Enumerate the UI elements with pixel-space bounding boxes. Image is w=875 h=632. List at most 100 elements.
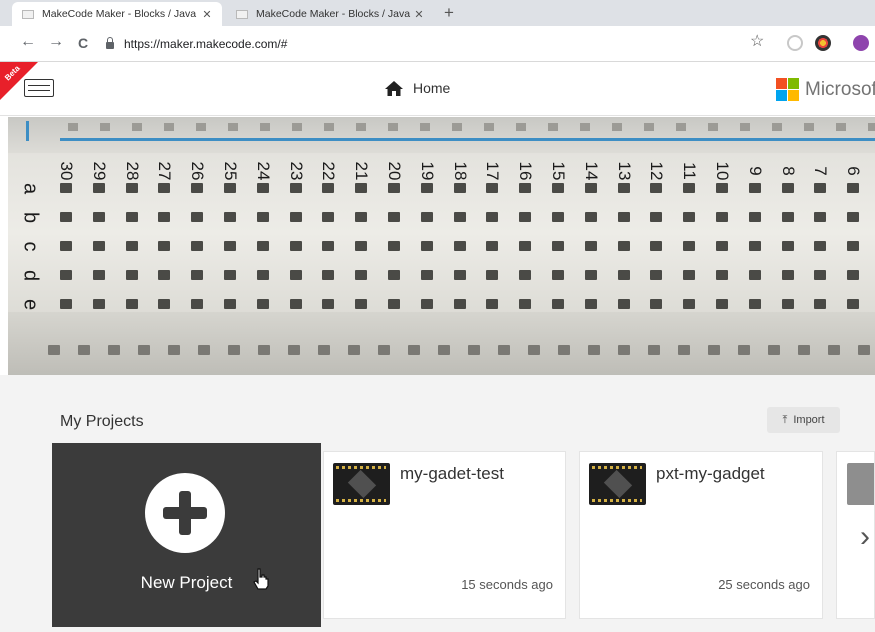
lower-rail-hole xyxy=(678,345,690,355)
breadboard-hole xyxy=(355,270,368,280)
lower-rail-hole xyxy=(558,345,570,355)
column-number: 14 xyxy=(581,161,601,181)
column-number: 20 xyxy=(385,161,404,181)
rail-hole xyxy=(132,123,142,131)
breadboard-hole xyxy=(388,270,400,280)
new-project-card[interactable]: New Project xyxy=(52,443,321,627)
breadboard-hole xyxy=(617,270,630,280)
column-number: 11 xyxy=(680,162,700,180)
breadboard-hole xyxy=(158,212,171,222)
breadboard-hole xyxy=(617,212,630,222)
breadboard-hole xyxy=(748,183,761,193)
extension-color-icon[interactable] xyxy=(815,35,831,51)
column-number: 24 xyxy=(253,161,273,181)
forward-icon[interactable]: → xyxy=(48,33,64,51)
breadboard-hole xyxy=(617,241,630,251)
rail-hole xyxy=(676,123,686,131)
breadboard-hole xyxy=(519,270,532,280)
breadboard-hole xyxy=(519,183,532,193)
project-card[interactable]: pxt-my-gadget 25 seconds ago xyxy=(579,451,823,619)
rail-hole xyxy=(68,123,78,131)
home-label: Home xyxy=(413,80,451,96)
breadboard-hole xyxy=(355,212,368,222)
column-number: 21 xyxy=(352,161,372,181)
lower-rail-hole xyxy=(138,345,150,355)
microsoft-wordmark: Microsoft xyxy=(805,78,875,100)
breadboard-hole xyxy=(60,270,72,280)
lower-rail-hole xyxy=(78,345,90,355)
breadboard-hole xyxy=(191,183,204,193)
breadboard-hole xyxy=(191,241,204,251)
rail-stripe xyxy=(60,138,875,141)
column-number: 26 xyxy=(188,161,208,181)
next-page-arrow-icon[interactable]: › xyxy=(860,520,870,554)
breadboard-hole xyxy=(519,299,532,309)
column-number: 23 xyxy=(286,161,306,181)
column-number: 19 xyxy=(417,161,437,181)
profile-avatar[interactable] xyxy=(853,35,869,51)
rail-hole xyxy=(228,123,238,131)
breadboard-hole xyxy=(716,241,728,251)
lower-rail-hole xyxy=(378,345,390,355)
browser-tab-active[interactable]: MakeCode Maker - Blocks / Java ✕ xyxy=(12,2,222,26)
rail-hole xyxy=(356,123,366,131)
browser-tab-inactive[interactable]: MakeCode Maker - Blocks / Java ✕ xyxy=(226,2,434,26)
new-tab-button[interactable]: + xyxy=(444,3,454,23)
breadboard-hole xyxy=(716,183,728,193)
breadboard-hole xyxy=(420,270,433,280)
microsoft-logo[interactable]: Microsoft xyxy=(776,78,875,101)
import-button[interactable]: ⤒ Import xyxy=(767,407,840,433)
menu-icon[interactable] xyxy=(24,79,54,97)
breadboard-hole xyxy=(716,212,728,222)
column-number: 17 xyxy=(483,161,503,181)
lower-rail-hole xyxy=(708,345,720,355)
reload-icon[interactable]: C xyxy=(78,35,88,51)
rail-hole xyxy=(452,123,462,131)
breadboard-hole xyxy=(125,212,138,222)
lower-rail-hole xyxy=(408,345,420,355)
rail-hole xyxy=(196,123,206,131)
breadboard-hole xyxy=(355,299,368,309)
breadboard-hole xyxy=(256,270,269,280)
breadboard-hole xyxy=(355,183,368,193)
breadboard-hole xyxy=(650,299,663,309)
breadboard-hole xyxy=(716,299,728,309)
rail-hole xyxy=(772,123,782,131)
tab-close-icon[interactable]: ✕ xyxy=(200,8,214,21)
breadboard-hole xyxy=(224,183,236,193)
breadboard-hole xyxy=(191,212,204,222)
breadboard-hole xyxy=(814,299,827,309)
project-time: 25 seconds ago xyxy=(718,577,810,592)
column-number: 16 xyxy=(516,161,536,181)
rail-hole xyxy=(804,123,814,131)
home-button[interactable]: Home xyxy=(385,80,450,96)
breadboard-hole xyxy=(650,212,663,222)
tab-close-icon[interactable]: ✕ xyxy=(412,8,426,21)
breadboard-hole xyxy=(388,212,400,222)
bookmark-star-icon[interactable]: ☆ xyxy=(750,31,764,51)
breadboard-hole xyxy=(191,270,204,280)
project-card[interactable]: my-gadet-test 15 seconds ago xyxy=(323,451,566,619)
breadboard-hole xyxy=(748,241,761,251)
breadboard-hole xyxy=(781,241,794,251)
back-icon[interactable]: ← xyxy=(20,33,36,51)
new-project-label: New Project xyxy=(140,573,233,592)
lower-rail-hole xyxy=(468,345,480,355)
home-icon xyxy=(385,80,403,96)
breadboard-hole xyxy=(355,241,368,251)
url-field[interactable]: https://maker.makecode.com/# xyxy=(106,34,726,54)
breadboard-hole xyxy=(289,212,302,222)
extension-icon[interactable] xyxy=(787,35,803,51)
rail-hole xyxy=(388,123,398,131)
lower-rail-hole xyxy=(108,345,120,355)
lower-rail-hole xyxy=(618,345,630,355)
section-title: My Projects xyxy=(60,413,144,430)
breadboard-hole xyxy=(125,183,138,193)
row-letter: c xyxy=(19,241,42,252)
column-number: 28 xyxy=(122,161,142,181)
column-number: 25 xyxy=(221,161,240,181)
breadboard-hole xyxy=(388,299,400,309)
rail-hole xyxy=(484,123,494,131)
breadboard-hole xyxy=(322,299,335,309)
breadboard-hole xyxy=(584,270,597,280)
